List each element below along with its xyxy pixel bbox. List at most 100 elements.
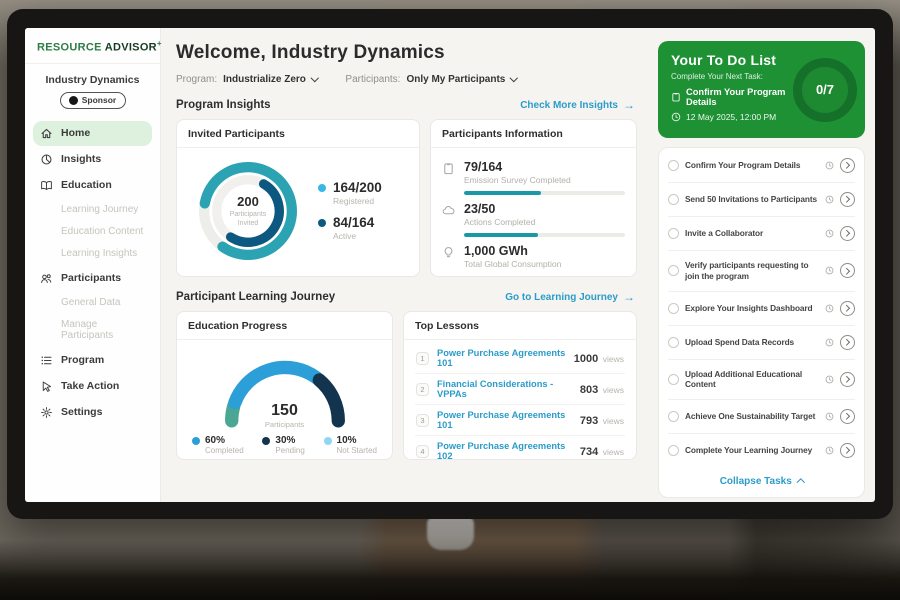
- chevron-right-icon: [843, 413, 849, 419]
- task-checkbox[interactable]: [668, 160, 679, 171]
- chevron-right-icon: [843, 376, 849, 382]
- legend-dot-pending: [262, 437, 270, 445]
- todo-task-row: Verify participants requesting to join t…: [668, 251, 855, 292]
- sidebar-item-learning-journey[interactable]: Learning Journey: [33, 199, 152, 221]
- sidebar-item-participants[interactable]: Participants: [33, 266, 152, 291]
- lesson-link[interactable]: Power Purchase Agreements 102: [437, 441, 572, 460]
- task-checkbox[interactable]: [668, 445, 679, 456]
- task-checkbox[interactable]: [668, 337, 679, 348]
- sidebar-item-label: Home: [61, 127, 90, 139]
- participants-information-card: Participants Information 79/164 Emission…: [430, 119, 637, 277]
- sidebar-item-insights[interactable]: Insights: [33, 147, 152, 172]
- sidebar-item-learning-insights[interactable]: Learning Insights: [33, 243, 152, 265]
- legend-label: Registered: [333, 196, 382, 206]
- check-more-insights-link[interactable]: Check More Insights: [520, 98, 635, 112]
- survey-icon: [442, 162, 456, 185]
- legend-dot-registered: [318, 184, 326, 192]
- stat-value: 1,000 GWh: [464, 244, 561, 258]
- collapse-tasks-link[interactable]: Collapse Tasks: [668, 467, 855, 497]
- task-checkbox[interactable]: [668, 374, 679, 385]
- cloud-icon: [442, 204, 456, 227]
- sidebar-item-general-data[interactable]: General Data: [33, 292, 152, 314]
- todo-task-row: Invite a Collaborator: [668, 217, 855, 251]
- arrow-right-icon: [623, 290, 635, 304]
- stat-value: 23/50: [464, 202, 535, 216]
- task-label: Complete Your Learning Journey: [685, 445, 819, 456]
- stat-value: 79/164: [464, 160, 571, 174]
- top-lessons-card: Top Lessons 1 Power Purchase Agreements …: [403, 311, 637, 460]
- lesson-row: 3 Power Purchase Agreements 101 793 view…: [415, 405, 625, 436]
- program-dropdown-value: Industrialize Zero: [223, 74, 306, 85]
- lightbulb-icon: [442, 246, 456, 269]
- todo-next-task-label: Confirm Your Program Details: [686, 87, 789, 107]
- legend-label: Pending: [275, 446, 304, 455]
- lesson-link[interactable]: Power Purchase Agreements 101: [437, 348, 566, 368]
- lesson-views: 734 views: [580, 442, 624, 460]
- legend-pending: 30% Pending: [262, 435, 304, 455]
- task-open-button[interactable]: [840, 335, 855, 350]
- task-open-button[interactable]: [840, 263, 855, 278]
- legend-label: Active: [333, 231, 374, 241]
- invited-participants-title: Invited Participants: [177, 120, 419, 148]
- task-open-button[interactable]: [840, 158, 855, 173]
- todo-panel: Your To Do List Complete Your Next Task:…: [649, 28, 875, 502]
- task-checkbox[interactable]: [668, 194, 679, 205]
- todo-progress-ring: 0/7: [793, 58, 857, 122]
- stat-label: Actions Completed: [464, 217, 535, 227]
- todo-title: Your To Do List: [671, 52, 789, 68]
- lesson-rank: 1: [416, 352, 429, 365]
- todo-task-row: Send 50 Invitations to Participants: [668, 183, 855, 217]
- filters-row: Program: Industrialize Zero Participants…: [176, 74, 637, 85]
- lesson-link[interactable]: Power Purchase Agreements 101: [437, 410, 572, 430]
- task-label: Verify participants requesting to join t…: [685, 260, 819, 282]
- sidebar-item-education-content[interactable]: Education Content: [33, 221, 152, 243]
- participants-dropdown[interactable]: Only My Participants: [406, 74, 516, 85]
- todo-next-task: Confirm Your Program Details: [671, 87, 789, 107]
- task-checkbox[interactable]: [668, 411, 679, 422]
- legend-dot-active: [318, 219, 326, 227]
- people-icon: [40, 272, 53, 285]
- task-open-button[interactable]: [840, 301, 855, 316]
- task-clock-icon: [825, 266, 834, 275]
- sidebar-item-home[interactable]: Home: [33, 121, 152, 146]
- check-more-insights-label: Check More Insights: [520, 100, 618, 111]
- todo-task-row: Upload Spend Data Records: [668, 326, 855, 360]
- stat-label: Emission Survey Completed: [464, 175, 571, 185]
- legend-dot-completed: [192, 437, 200, 445]
- clipboard-icon: [671, 92, 681, 102]
- sidebar-item-label: Settings: [61, 406, 102, 418]
- chevron-right-icon: [843, 268, 849, 274]
- program-dropdown[interactable]: Industrialize Zero: [223, 74, 317, 85]
- task-open-button[interactable]: [840, 192, 855, 207]
- task-open-button[interactable]: [840, 409, 855, 424]
- task-label: Explore Your Insights Dashboard: [685, 303, 819, 314]
- task-checkbox[interactable]: [668, 228, 679, 239]
- learning-cards-row: Education Progress 150 Participants: [176, 311, 637, 460]
- task-checkbox[interactable]: [668, 303, 679, 314]
- sidebar-item-label: Take Action: [61, 380, 119, 392]
- task-label: Send 50 Invitations to Participants: [685, 194, 819, 205]
- task-open-button[interactable]: [840, 226, 855, 241]
- lesson-link[interactable]: Financial Considerations - VPPAs: [437, 379, 572, 399]
- todo-progress-value: 0/7: [816, 82, 834, 97]
- sidebar-item-education[interactable]: Education: [33, 173, 152, 198]
- chevron-right-icon: [843, 339, 849, 345]
- education-progress-card: Education Progress 150 Participants: [176, 311, 393, 460]
- task-open-button[interactable]: [840, 372, 855, 387]
- sidebar-item-take-action[interactable]: Take Action: [33, 374, 152, 399]
- sidebar-item-label: Participants: [61, 272, 121, 284]
- task-checkbox[interactable]: [668, 265, 679, 276]
- invited-participants-card: Invited Participants 200 Participants In…: [176, 119, 420, 277]
- task-open-button[interactable]: [840, 443, 855, 458]
- sidebar-item-manage-participants[interactable]: Manage Participants: [33, 314, 152, 347]
- chevron-down-icon: [311, 74, 319, 82]
- legend-active: 84/164 Active: [318, 216, 382, 241]
- lesson-rank: 4: [416, 445, 429, 458]
- actions-completed-progress-bar: [464, 233, 625, 237]
- go-to-learning-journey-link[interactable]: Go to Learning Journey: [505, 290, 635, 304]
- sidebar-item-program[interactable]: Program: [33, 348, 152, 373]
- chevron-right-icon: [843, 305, 849, 311]
- program-insights-header: Program Insights Check More Insights: [176, 98, 635, 112]
- sidebar-item-settings[interactable]: Settings: [33, 400, 152, 425]
- lesson-row: 1 Power Purchase Agreements 101 1000 vie…: [415, 343, 625, 374]
